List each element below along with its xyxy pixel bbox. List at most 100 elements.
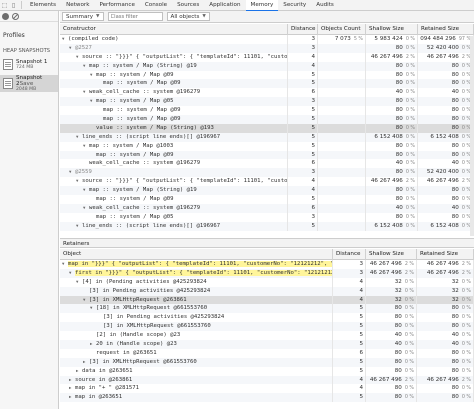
table-row[interactable]: map :: system / Map @09 5 80 0 % 80 0 %: [60, 115, 474, 124]
shallow-cell: 40 0 %: [366, 340, 417, 349]
retainer-name: map in "}}}" { "outputList": { "template…: [68, 261, 332, 267]
node-name: source :: "}}}" { "outputList": { "templ…: [82, 53, 288, 60]
table-row[interactable]: request in @263651 6 80 0 % 80 0 %: [60, 348, 474, 358]
retained-percent: 0 %: [461, 386, 471, 392]
snapshot-item-2[interactable]: Snapshot 2Save 2048 MB: [0, 75, 58, 92]
node-name: source :: "}}}" { "outputList": { "templ…: [82, 178, 288, 185]
tab-application[interactable]: Application: [204, 0, 245, 11]
table-row[interactable]: map :: system / Map @09 5 80 0 % 80 0 %: [60, 106, 474, 116]
table-row[interactable]: [3] in Pending activities @425293824 5 80 0…: [60, 313, 474, 323]
table-row[interactable]: map :: system / Map @05 3 80 0 % 80 0 %: [60, 212, 474, 222]
table-row[interactable]: map :: system / Map @09 5 80 0 % 80 0 %: [60, 79, 474, 89]
shallow-percent: 0 %: [404, 368, 414, 374]
tab-network[interactable]: Network: [61, 0, 94, 11]
retained-value: 40: [451, 332, 459, 339]
device-toolbar-icon[interactable]: ▯: [9, 0, 18, 11]
table-row[interactable]: ▶ [3] in XMLHttpRequest @661553760 5 80 0 % 8…: [60, 357, 474, 367]
inspect-element-icon[interactable]: ⬚: [0, 0, 9, 11]
table-row[interactable]: ▼ source :: "}}}" { "outputList": { "temp…: [60, 177, 474, 187]
table-row[interactable]: [3] in XMLHttpRequest @661553760 5 80 0 % 80…: [60, 322, 474, 332]
table-row[interactable]: ▼ map :: system / Map @09 5 80 0 % 80 0 %: [60, 70, 474, 80]
tab-audits[interactable]: Audits: [311, 0, 339, 11]
distance-cell: 5: [288, 123, 318, 133]
view-select-value: Summary: [66, 13, 94, 20]
col-retained-size[interactable]: Retained Size: [418, 23, 474, 35]
objects-select[interactable]: All objects ▼: [166, 12, 210, 21]
shallow-value: 80: [394, 358, 402, 365]
retained-value: 80: [451, 394, 459, 401]
constructor-cell: ▼ map :: system / Map @05: [60, 97, 288, 107]
table-row[interactable]: ▼ line_ends :: (script line ends)[] @1969…: [60, 221, 474, 231]
node-name: map :: system / Map @05: [96, 98, 174, 105]
table-row[interactable]: ▼ @2527 3 80 0 % 52 420 400 0 %: [60, 43, 474, 53]
constructor-scrollbar[interactable]: [470, 36, 474, 236]
tab-elements[interactable]: Elements: [25, 0, 61, 11]
table-row[interactable]: ▼ map in "}}}" { "outputList": { "templat…: [60, 260, 474, 269]
shallow-cell: 32 0 %: [366, 277, 417, 287]
table-row[interactable]: map :: system / Map @09 5 80 0 % 80 0 %: [60, 150, 474, 160]
table-row[interactable]: [3] in Pending activities @425293824 4 32 0…: [60, 286, 474, 296]
retained-cell: 80 0 %: [417, 357, 474, 367]
distance-cell: 3: [333, 268, 366, 278]
col-shallow-size[interactable]: Shallow Size: [366, 23, 418, 35]
clear-icon[interactable]: [12, 12, 19, 20]
col-object[interactable]: Object: [60, 248, 333, 260]
table-row[interactable]: ▼ @2559 3 80 0 % 52 420 400 0 %: [60, 168, 474, 178]
retained-value: 40: [451, 341, 459, 348]
col-shallow-size[interactable]: Shallow Size: [366, 248, 417, 260]
constructor-grid-header: Constructor Distance Objects Count Shall…: [60, 23, 474, 35]
table-row[interactable]: weak_cell_cache :: system @196279 6 40 0 % 4…: [60, 159, 474, 169]
table-row[interactable]: ▼ map :: system / Map (String) @19 4 80 0 % 8…: [60, 61, 474, 71]
shallow-cell: 80 0 %: [366, 123, 418, 133]
distance-cell: 5: [288, 79, 318, 89]
table-row[interactable]: ▼ line_ends :: (script line ends)[] @1969…: [60, 132, 474, 142]
table-row[interactable]: ▼ source :: "}}}" { "outputList": { "temp…: [60, 52, 474, 62]
col-objects-count[interactable]: Objects Count: [318, 23, 366, 35]
table-row[interactable]: [2] in (Handle scope) @23 5 40 0 % 40 0 %: [60, 331, 474, 341]
table-row[interactable]: ▼ first in "}}}" { "outputList": { "templ…: [60, 268, 474, 278]
table-row[interactable]: ▶ map in "+ " @281571 4 80 0 % 80 0 %: [60, 384, 474, 394]
snapshot-size: 724 MB: [16, 64, 34, 70]
retained-value: 80: [451, 107, 459, 114]
distance-cell: 6: [333, 348, 366, 358]
profiles-sidebar: Profiles HEAP SNAPSHOTS Snapshot 1 724 M…: [0, 11, 59, 409]
retained-value: 40: [451, 160, 459, 167]
table-row[interactable]: ▶ source in @263861 4 46 267 496 2 % 46 267 4…: [60, 375, 474, 385]
record-icon[interactable]: [2, 12, 9, 20]
table-row[interactable]: ▶ data in @263651 5 80 0 % 80 0 %: [60, 366, 474, 376]
retained-cell: 52 420 400 0 %: [418, 168, 474, 178]
retained-value: 80: [451, 305, 459, 312]
tab-sources[interactable]: Sources: [172, 0, 204, 11]
col-distance[interactable]: Distance: [288, 23, 318, 35]
tab-performance[interactable]: Performance: [94, 0, 139, 11]
table-row[interactable]: ▼ map :: system / Map @05 3 80 0 % 80 0 %: [60, 97, 474, 107]
object-cell: ▼ [4] in (Pending activities @425293824: [60, 277, 333, 287]
col-retained-size[interactable]: Retained Size: [417, 248, 474, 260]
table-row[interactable]: ▶ 20 in (Handle scope) @23 5 40 0 % 40 0 %: [60, 340, 474, 349]
table-row[interactable]: ▼ map :: system / Map (String) @19 4 80 0 % 8…: [60, 186, 474, 196]
table-row[interactable]: ▼ weak_cell_cache :: system @196279 6 40 0 %…: [60, 203, 474, 213]
table-row[interactable]: ▼ weak_cell_cache :: system @196279 6 40 0 %…: [60, 88, 474, 98]
table-row[interactable]: map :: system / Map @09 5 80 0 % 80 0 %: [60, 195, 474, 204]
class-filter-input[interactable]: [107, 12, 163, 21]
tab-console[interactable]: Console: [140, 0, 172, 11]
table-row[interactable]: value :: system / Map (String) @193 5 80 0 …: [60, 123, 474, 133]
table-row[interactable]: ▼ (compiled code) 3 7 073 5 % 5 983 424 0 % 094…: [60, 35, 474, 44]
table-row[interactable]: ▼ [4] in (Pending activities @425293824 4 3…: [60, 277, 474, 287]
tab-security[interactable]: Security: [278, 0, 311, 11]
retained-cell: 80 0 %: [418, 186, 474, 196]
table-row[interactable]: ▼ map :: system / Map @1003 5 80 0 % 80 0 %: [60, 141, 474, 151]
shallow-percent: 0 %: [405, 197, 415, 203]
tab-memory[interactable]: Memory: [245, 0, 279, 11]
col-constructor[interactable]: Constructor: [60, 23, 288, 35]
snapshot-item-1[interactable]: Snapshot 1 724 MB: [0, 56, 58, 73]
table-row[interactable]: ▼ [18] in XMLHttpRequest @661553760 5 80 0 %…: [60, 304, 474, 314]
node-name: value :: system / Map (String) @193: [96, 124, 214, 131]
retained-value: 80: [451, 80, 459, 87]
table-row[interactable]: ▼ [3] in XMLHttpRequest @263861 4 32 0 % 32 0 …: [60, 295, 474, 305]
col-distance[interactable]: Distance: [333, 248, 366, 260]
constructor-cell: map :: system / Map @09: [60, 106, 288, 116]
table-row[interactable]: ▶ map in @263651 5 80 0 % 80 0 %: [60, 393, 474, 403]
view-select[interactable]: Summary ▼: [62, 12, 104, 21]
count-cell: [318, 212, 366, 222]
